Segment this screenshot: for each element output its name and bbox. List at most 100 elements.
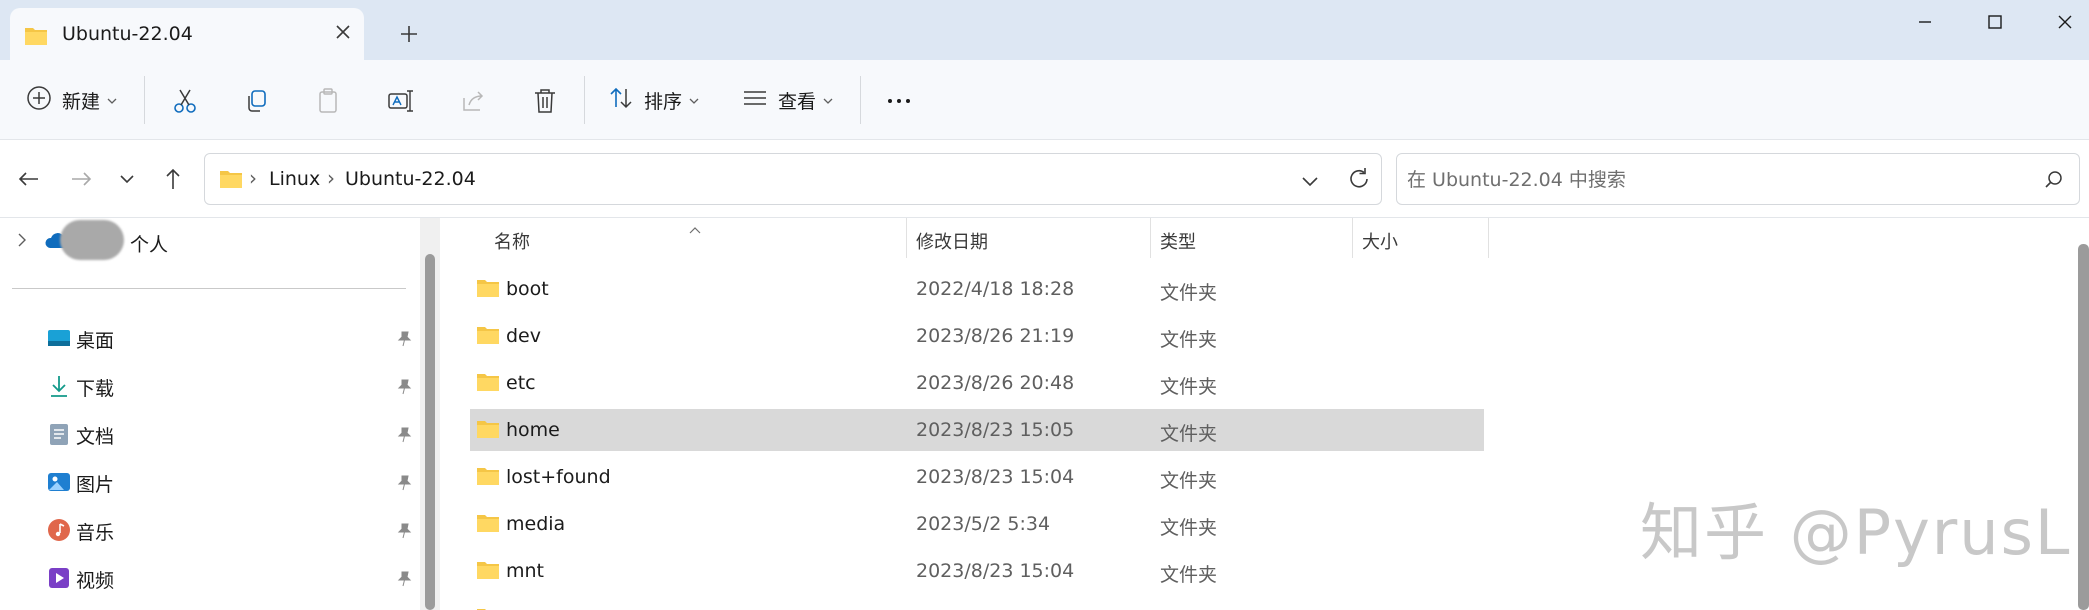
title-bar: Ubuntu-22.04 <box>0 0 2089 60</box>
folder-icon <box>476 560 500 585</box>
copy-icon[interactable] <box>242 86 272 116</box>
folder-icon <box>476 325 500 350</box>
sidebar-divider <box>12 288 406 289</box>
column-header-date[interactable]: 修改日期 <box>916 228 988 254</box>
file-type: 文件夹 <box>1160 376 1218 398</box>
documents-icon <box>46 421 72 447</box>
sidebar-item-pictures[interactable]: 图片 <box>0 458 420 506</box>
address-bar[interactable]: › Linux › Ubuntu-22.04 <box>204 153 1382 205</box>
sidebar-item-downloads[interactable]: 下载 <box>0 362 420 410</box>
table-row[interactable]: etc 2023/8/26 20:48 文件夹 <box>470 362 1484 404</box>
column-header-size[interactable]: 大小 <box>1362 228 1398 254</box>
paste-icon[interactable] <box>314 86 344 116</box>
sort-button[interactable]: 排序 <box>608 76 700 124</box>
sidebar-item-label: 音乐 <box>76 522 115 544</box>
table-row[interactable]: boot 2022/4/18 18:28 文件夹 <box>470 268 1484 310</box>
folder-icon <box>476 513 500 538</box>
forward-arrow-icon[interactable] <box>66 164 96 194</box>
sidebar-item-label: 图片 <box>76 474 115 496</box>
share-icon[interactable] <box>458 86 488 116</box>
sort-ascending-icon <box>688 218 702 240</box>
file-date: 2023/8/23 15:04 <box>916 466 1075 488</box>
file-type: 文件夹 <box>1160 470 1218 492</box>
column-divider[interactable] <box>906 218 907 258</box>
sidebar-item-music[interactable]: 音乐 <box>0 506 420 554</box>
file-type: 文件夹 <box>1160 564 1218 586</box>
column-header-name[interactable]: 名称 <box>494 228 530 254</box>
table-row-partial[interactable] <box>470 597 1484 610</box>
table-row[interactable]: lost+found 2023/8/23 15:04 文件夹 <box>470 456 1484 498</box>
sort-label: 排序 <box>644 90 683 113</box>
table-row[interactable]: dev 2023/8/26 21:19 文件夹 <box>470 315 1484 357</box>
chevron-right-icon[interactable] <box>12 230 32 255</box>
table-row-selected[interactable]: home 2023/8/23 15:05 文件夹 <box>470 409 1484 451</box>
chevron-down-icon <box>822 89 834 111</box>
search-icon[interactable] <box>2043 169 2065 191</box>
file-list-scrollbar[interactable] <box>2078 244 2089 610</box>
search-input[interactable] <box>1407 166 2007 194</box>
folder-icon <box>476 419 500 444</box>
search-box[interactable] <box>1396 153 2080 205</box>
sidebar-item-videos[interactable]: 视频 <box>0 554 420 602</box>
breadcrumb-chevron-icon: › <box>327 166 335 190</box>
column-divider[interactable] <box>1150 218 1151 258</box>
recent-chevron-down-icon[interactable] <box>112 164 142 194</box>
download-icon <box>46 373 72 399</box>
file-type: 文件夹 <box>1160 423 1218 445</box>
file-date: 2022/4/18 18:28 <box>916 278 1075 300</box>
redacted-account-name <box>60 220 124 260</box>
minimize-button[interactable] <box>1890 0 1960 44</box>
sidebar-scrollbar-thumb[interactable] <box>425 254 435 610</box>
sidebar-scrollbar-track[interactable] <box>420 218 440 610</box>
breadcrumb-linux[interactable]: Linux <box>269 168 320 190</box>
maximize-button[interactable] <box>1960 0 2030 44</box>
file-type: 文件夹 <box>1160 282 1218 304</box>
sidebar-item-label: 下载 <box>76 378 115 400</box>
sidebar-item-label: 文档 <box>76 426 115 448</box>
sidebar-item-documents[interactable]: 文档 <box>0 410 420 458</box>
refresh-icon[interactable] <box>1344 164 1374 194</box>
column-header-type[interactable]: 类型 <box>1160 228 1196 254</box>
close-window-button[interactable] <box>2030 0 2089 44</box>
navigation-pane: 个人 桌面 下载 文档 图片 音乐 视频 <box>0 218 420 610</box>
watermark-text: 知乎 @PyrusL <box>1640 496 2072 569</box>
pin-icon[interactable] <box>394 473 414 493</box>
column-divider[interactable] <box>1488 218 1489 258</box>
folder-icon <box>476 466 500 491</box>
pin-icon[interactable] <box>394 425 414 445</box>
close-tab-icon[interactable] <box>328 17 358 47</box>
rename-icon[interactable] <box>386 86 416 116</box>
chevron-down-icon <box>688 89 700 111</box>
plus-circle-icon <box>26 85 52 116</box>
tab-ubuntu[interactable]: Ubuntu-22.04 <box>10 8 364 60</box>
column-divider[interactable] <box>1352 218 1353 258</box>
table-row[interactable]: media 2023/5/2 5:34 文件夹 <box>470 503 1484 545</box>
new-button[interactable]: 新建 <box>26 76 118 124</box>
breadcrumb-chevron-icon: › <box>249 166 257 190</box>
back-arrow-icon[interactable] <box>14 164 44 194</box>
sidebar-personal-label: 个人 <box>130 234 169 256</box>
file-date: 2023/5/2 5:34 <box>916 513 1051 535</box>
new-tab-icon[interactable] <box>395 20 423 48</box>
table-row[interactable]: mnt 2023/8/23 15:04 文件夹 <box>470 550 1484 592</box>
cut-icon[interactable] <box>170 86 200 116</box>
delete-icon[interactable] <box>530 86 560 116</box>
toolbar-divider <box>860 76 861 124</box>
more-options-icon[interactable] <box>884 86 914 116</box>
pictures-icon <box>46 469 72 495</box>
folder-icon <box>219 168 243 195</box>
sidebar-item-label: 桌面 <box>76 330 115 352</box>
pin-icon[interactable] <box>394 329 414 349</box>
desktop-icon <box>46 325 72 351</box>
breadcrumb-ubuntu[interactable]: Ubuntu-22.04 <box>345 168 476 190</box>
view-button[interactable]: 查看 <box>742 76 834 124</box>
folder-icon <box>476 372 500 397</box>
sidebar-item-desktop[interactable]: 桌面 <box>0 314 420 362</box>
sidebar-item-onedrive-personal[interactable]: 个人 <box>0 218 420 266</box>
pin-icon[interactable] <box>394 569 414 589</box>
pin-icon[interactable] <box>394 377 414 397</box>
music-icon <box>46 517 72 543</box>
address-history-chevron-icon[interactable] <box>1295 166 1325 196</box>
pin-icon[interactable] <box>394 521 414 541</box>
up-arrow-icon[interactable] <box>158 164 188 194</box>
